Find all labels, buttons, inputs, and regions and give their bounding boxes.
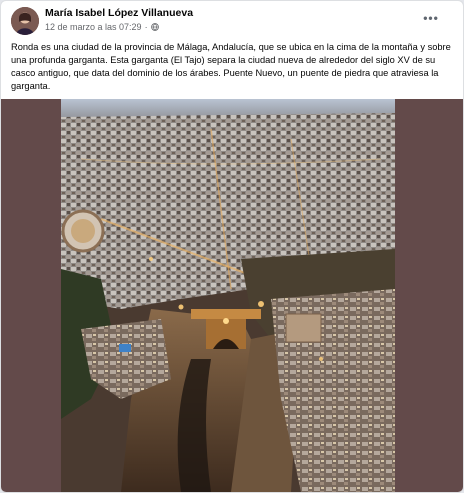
post-text: Ronda es una ciudad de la provincia de M… <box>11 41 451 93</box>
post-photo[interactable] <box>61 99 395 492</box>
ronda-aerial-photo <box>61 99 395 492</box>
globe-icon <box>150 23 159 31</box>
meta-separator: · <box>144 22 148 32</box>
post-meta: 12 de marzo a las 07:29 · <box>45 22 159 32</box>
post-body: Ronda es una ciudad de la provincia de M… <box>11 42 451 91</box>
post-timestamp[interactable]: 12 de marzo a las 07:29 <box>45 22 142 32</box>
photo-container[interactable] <box>1 99 463 492</box>
avatar[interactable] <box>11 7 39 35</box>
more-options-icon[interactable]: ••• <box>421 11 441 25</box>
post-card: María Isabel López Villanueva 12 de marz… <box>0 0 464 493</box>
author-name[interactable]: María Isabel López Villanueva <box>45 7 193 19</box>
